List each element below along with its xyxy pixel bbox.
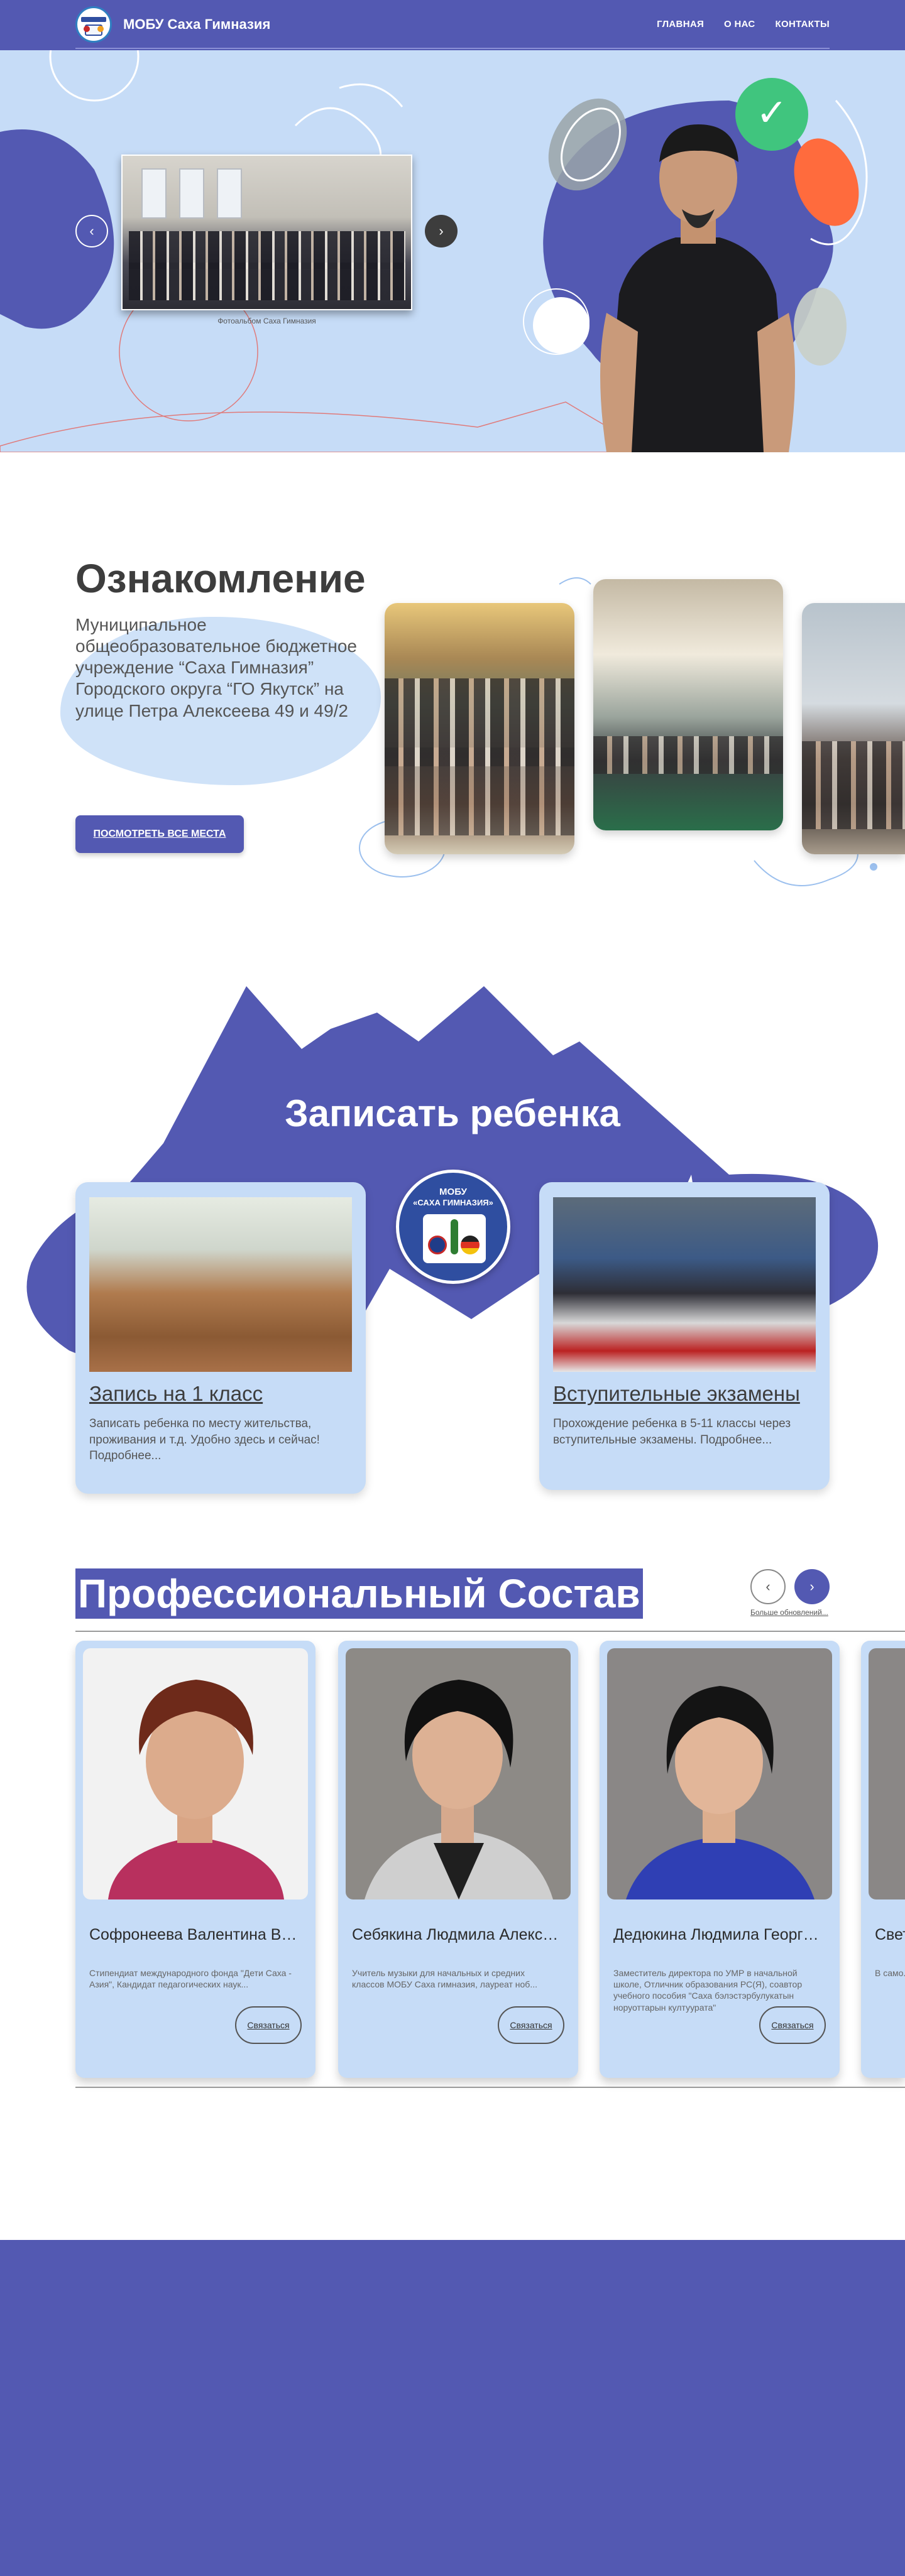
classroom-photo [553, 1197, 816, 1372]
hero-section: Фотоальбом Саха Гимназия ‹ › ✓ [0, 50, 905, 452]
school-emblem: МОБУ «САХА ГИМНАЗИЯ» [396, 1170, 510, 1284]
enroll-card-title[interactable]: Вступительные экзамены [553, 1382, 816, 1406]
staff-card: Дедюкина Людмила Георгиевна Заместитель … [600, 1641, 840, 2078]
nav-home[interactable]: ГЛАВНАЯ [657, 19, 704, 30]
enroll-card-first-grade[interactable]: Запись на 1 класс Записать ребенка по ме… [75, 1182, 366, 1494]
hero-slide-photo[interactable] [121, 155, 412, 310]
staff-next-button[interactable]: › [794, 1569, 830, 1604]
header-inner: МОБУ Саха Гимназия ГЛАВНАЯ О НАС КОНТАКТ… [75, 0, 830, 49]
staff-photo [83, 1648, 308, 1899]
contact-button[interactable]: Связаться [235, 2006, 302, 2044]
chevron-right-icon: › [809, 1579, 814, 1594]
staff-photo [869, 1648, 905, 1899]
intro-photo-card[interactable] [593, 579, 783, 830]
site-header: МОБУ Саха Гимназия ГЛАВНАЯ О НАС КОНТАКТ… [0, 0, 905, 50]
emblem-line-1: МОБУ [439, 1187, 467, 1197]
enroll-card-entrance-exams[interactable]: Вступительные экзамены Прохождение ребен… [539, 1182, 830, 1490]
staff-card: Себякина Людмила Александровна Учитель м… [338, 1641, 578, 2078]
chevron-right-icon: › [439, 223, 444, 239]
staff-prev-button[interactable]: ‹ [750, 1569, 786, 1604]
chevron-left-icon: ‹ [89, 223, 94, 239]
emblem-line-2: «САХА ГИМНАЗИЯ» [413, 1198, 493, 1207]
nav-about[interactable]: О НАС [724, 19, 755, 30]
hero-next-button[interactable]: › [425, 215, 458, 247]
staff-name: Светлана [875, 1926, 905, 1943]
enroll-card-title[interactable]: Запись на 1 класс [89, 1382, 352, 1406]
site-title[interactable]: МОБУ Саха Гимназия [123, 16, 270, 33]
more-updates-link[interactable]: Больше обновлений... [750, 1608, 828, 1617]
divider [75, 2087, 905, 2088]
enroll-card-text: Записать ребенка по месту жительства, пр… [89, 1417, 320, 1463]
chevron-left-icon: ‹ [765, 1579, 771, 1594]
staff-name: Софронеева Валентина Васильевна [89, 1926, 303, 1943]
intro-title: Ознакомление [75, 556, 366, 601]
staff-description: Стипендиат международного фонда "Дети Са… [89, 1968, 292, 1990]
enroll-title: Записать ребенка [285, 1092, 620, 1134]
staff-card: Светлана В само... [861, 1641, 905, 2078]
classroom-photo [89, 1197, 352, 1372]
staff-name: Себякина Людмила Александровна [352, 1926, 566, 1943]
director-portrait [600, 124, 795, 452]
contact-button[interactable]: Связаться [498, 2006, 564, 2044]
school-logo[interactable] [75, 6, 112, 43]
intro-photo-card[interactable] [385, 603, 574, 854]
intro-photo-card[interactable] [802, 603, 905, 854]
staff-card: Софронеева Валентина Васильевна Стипенди… [75, 1641, 315, 2078]
main-nav: ГЛАВНАЯ О НАС КОНТАКТЫ [657, 19, 830, 30]
divider [75, 1631, 905, 1632]
site-footer [0, 2240, 905, 2576]
enroll-card-text: Прохождение ребенка в 5-11 классы через … [553, 1417, 791, 1447]
contact-button[interactable]: Связаться [759, 2006, 826, 2044]
staff-description: В само... [875, 1968, 905, 1978]
view-all-places-button[interactable]: ПОСМОТРЕТЬ ВСЕ МЕСТА [75, 815, 244, 853]
staff-name: Дедюкина Людмила Георгиевна [613, 1926, 827, 1943]
staff-photo [607, 1648, 832, 1899]
intro-description: Муниципальное общеобразовательное бюджет… [75, 615, 357, 720]
hero-prev-button[interactable]: ‹ [75, 215, 108, 247]
staff-title: Профессиональный Состав [75, 1568, 643, 1619]
hero-caption: Фотоальбом Саха Гимназия [217, 317, 316, 325]
check-icon: ✓ [735, 78, 808, 151]
staff-description: Учитель музыки для начальных и средних к… [352, 1968, 537, 1990]
nav-contacts[interactable]: КОНТАКТЫ [776, 19, 830, 30]
staff-photo [346, 1648, 571, 1899]
